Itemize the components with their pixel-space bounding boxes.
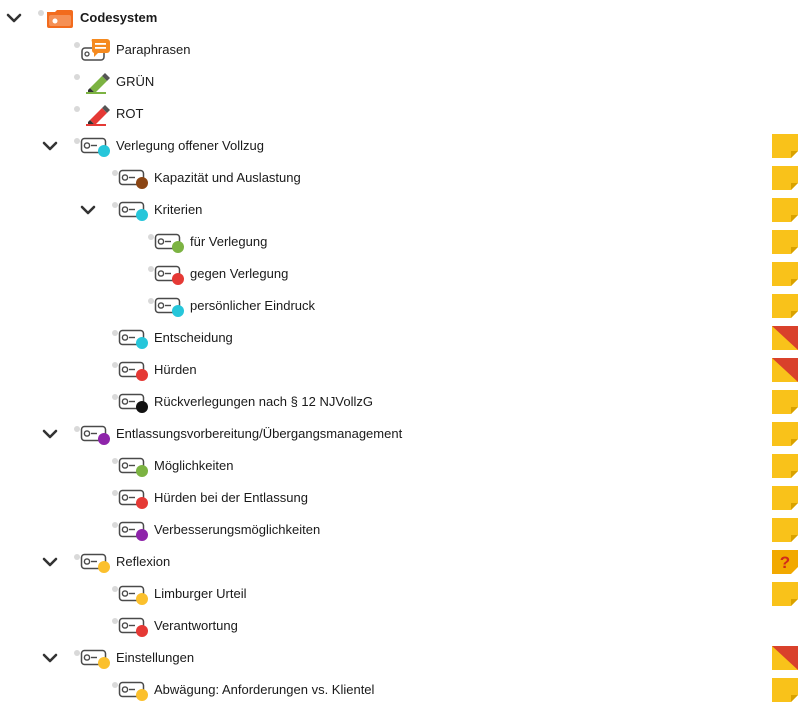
code-tag-icon xyxy=(154,230,186,254)
code-row[interactable]: Entlassungsvorbereitung/Übergangsmanagem… xyxy=(0,418,799,450)
code-system-tree: Codesystem Paraphrasen GRÜN ROT Verlegun… xyxy=(0,0,799,702)
memo-note-icon[interactable] xyxy=(772,326,798,350)
code-row[interactable]: Verantwortung xyxy=(0,610,799,642)
code-label: Hürden bei der Entlassung xyxy=(154,490,308,505)
code-row[interactable]: Paraphrasen xyxy=(0,34,799,66)
code-label: gegen Verlegung xyxy=(190,266,289,281)
chevron-down-icon[interactable] xyxy=(42,650,58,666)
code-tag-icon xyxy=(118,454,150,478)
code-row[interactable]: Limburger Urteil xyxy=(0,578,799,610)
code-row[interactable]: Möglichkeiten xyxy=(0,450,799,482)
memo-note-icon[interactable] xyxy=(772,422,798,446)
code-label: Paraphrasen xyxy=(116,42,191,57)
paraphrase-speech-bubble-icon xyxy=(80,38,112,62)
code-row[interactable]: Codesystem xyxy=(0,2,799,34)
code-label: Verantwortung xyxy=(154,618,238,633)
memo-note-icon[interactable] xyxy=(772,486,798,510)
code-label: Verbesserungsmöglichkeiten xyxy=(154,522,321,537)
memo-note-icon[interactable] xyxy=(772,230,798,254)
code-row[interactable]: für Verlegung xyxy=(0,226,799,258)
memo-note-icon[interactable] xyxy=(772,646,798,670)
code-tag-icon xyxy=(118,678,150,702)
code-tag-icon xyxy=(118,326,150,350)
code-tag-icon xyxy=(118,582,150,606)
code-tag-icon xyxy=(154,294,186,318)
memo-question-mark: ? xyxy=(780,553,790,572)
code-label: Entscheidung xyxy=(154,330,233,345)
code-row[interactable]: GRÜN xyxy=(0,66,799,98)
code-label: Codesystem xyxy=(80,10,158,25)
code-tag-icon xyxy=(118,518,150,542)
code-tag-icon xyxy=(80,134,112,158)
code-row[interactable]: Einstellungen xyxy=(0,642,799,674)
code-row[interactable]: Kapazität und Auslastung xyxy=(0,162,799,194)
code-label: für Verlegung xyxy=(190,234,268,249)
code-row[interactable]: Reflexion ? xyxy=(0,546,799,578)
memo-note-icon[interactable] xyxy=(772,166,798,190)
memo-note-icon[interactable] xyxy=(772,134,798,158)
memo-note-icon[interactable] xyxy=(772,390,798,414)
code-row[interactable]: Verlegung offener Vollzug xyxy=(0,130,799,162)
code-label: persönlicher Eindruck xyxy=(190,298,316,313)
code-label: GRÜN xyxy=(116,74,155,89)
code-row[interactable]: gegen Verlegung xyxy=(0,258,799,290)
memo-note-icon[interactable] xyxy=(772,198,798,222)
memo-note-icon[interactable] xyxy=(772,294,798,318)
code-tag-icon xyxy=(118,166,150,190)
code-row[interactable]: Verbesserungsmöglichkeiten xyxy=(0,514,799,546)
code-row[interactable]: Abwägung: Anforderungen vs. Klientel xyxy=(0,674,799,706)
chevron-down-icon[interactable] xyxy=(42,554,58,570)
chevron-down-icon[interactable] xyxy=(6,10,22,26)
memo-note-icon[interactable]: ? xyxy=(772,550,798,574)
code-label: Limburger Urteil xyxy=(154,586,247,601)
code-tag-icon xyxy=(118,390,150,414)
code-label: Möglichkeiten xyxy=(154,458,234,473)
code-row[interactable]: Entscheidung xyxy=(0,322,799,354)
red-highlighter-icon xyxy=(80,102,112,126)
code-tag-icon xyxy=(118,198,150,222)
code-tag-icon xyxy=(80,422,112,446)
code-tag-icon xyxy=(118,486,150,510)
code-tag-icon xyxy=(118,358,150,382)
code-label: Reflexion xyxy=(116,554,171,569)
chevron-down-icon[interactable] xyxy=(42,138,58,154)
code-label: Rückverlegungen nach § 12 NJVollzG xyxy=(154,394,373,409)
code-label: Verlegung offener Vollzug xyxy=(116,138,264,153)
chevron-down-icon[interactable] xyxy=(80,202,96,218)
code-tag-icon xyxy=(80,646,112,670)
code-tag-icon xyxy=(154,262,186,286)
memo-note-icon[interactable] xyxy=(772,454,798,478)
code-row[interactable]: ROT xyxy=(0,98,799,130)
codesystem-folder-icon xyxy=(44,6,76,30)
code-row[interactable]: persönlicher Eindruck xyxy=(0,290,799,322)
memo-note-icon[interactable] xyxy=(772,358,798,382)
code-label: Hürden xyxy=(154,362,197,377)
code-row[interactable]: Hürden xyxy=(0,354,799,386)
code-label: Kriterien xyxy=(154,202,203,217)
code-row[interactable]: Hürden bei der Entlassung xyxy=(0,482,799,514)
code-row[interactable]: Rückverlegungen nach § 12 NJVollzG xyxy=(0,386,799,418)
code-label: Einstellungen xyxy=(116,650,195,665)
code-label: Abwägung: Anforderungen vs. Klientel xyxy=(154,682,375,697)
memo-note-icon[interactable] xyxy=(772,582,798,606)
code-label: Entlassungsvorbereitung/Übergangsmanagem… xyxy=(116,426,403,441)
chevron-down-icon[interactable] xyxy=(42,426,58,442)
memo-note-icon[interactable] xyxy=(772,518,798,542)
memo-note-icon[interactable] xyxy=(772,678,798,702)
code-tag-icon xyxy=(80,550,112,574)
code-label: Kapazität und Auslastung xyxy=(154,170,301,185)
green-highlighter-icon xyxy=(80,70,112,94)
memo-note-icon[interactable] xyxy=(772,262,798,286)
code-tag-icon xyxy=(118,614,150,638)
code-row[interactable]: Kriterien xyxy=(0,194,799,226)
code-label: ROT xyxy=(116,106,144,121)
